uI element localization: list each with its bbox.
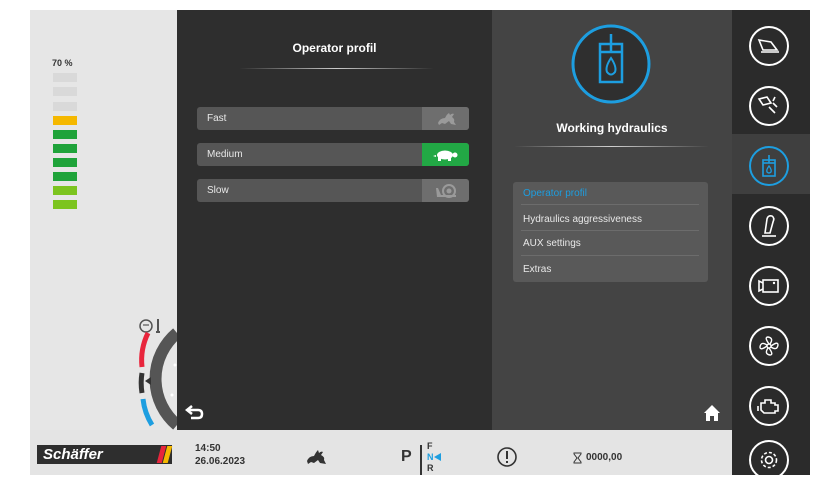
- speed-option-medium[interactable]: Medium: [197, 143, 469, 166]
- hourglass-icon: [573, 452, 582, 464]
- warning-icon[interactable]: [496, 446, 518, 468]
- bucket-tilt-button[interactable]: [749, 86, 789, 126]
- menu-divider: [521, 230, 699, 231]
- hydraulics-button[interactable]: [749, 146, 789, 186]
- snail-icon: [422, 179, 469, 202]
- brand-logo: Schäffer: [37, 445, 173, 464]
- camera-button[interactable]: [749, 266, 789, 306]
- bucket-button[interactable]: [749, 26, 789, 66]
- clock-time: 14:50: [195, 443, 221, 454]
- speed-option-label: Medium: [207, 149, 243, 160]
- settings-icon: [760, 451, 778, 469]
- function-sidebar: [732, 10, 810, 475]
- gear-forward: F: [427, 441, 433, 451]
- title-divider: [514, 146, 709, 147]
- menu-item-hydraulics-aggressiveness[interactable]: Hydraulics aggressiveness: [523, 214, 642, 225]
- menu-divider: [521, 204, 699, 205]
- operator-profile-panel: Operator profil Fast Medium Slow: [177, 10, 492, 430]
- speed-option-label: Slow: [207, 185, 229, 196]
- engine-button[interactable]: [749, 386, 789, 426]
- menu-item-operator-profil[interactable]: Operator profil: [523, 188, 587, 199]
- bucket-tilt-icon: [757, 96, 778, 114]
- bucket-icon: [757, 38, 779, 53]
- gear-selected-arrow-icon: [434, 453, 441, 461]
- clock-date: 26.06.2023: [195, 456, 246, 467]
- gear-divider: [420, 445, 422, 475]
- gear-neutral: N: [427, 452, 434, 462]
- speed-option-fast[interactable]: Fast: [197, 107, 469, 130]
- brand-name: Schäffer: [43, 446, 103, 463]
- gear-reverse: R: [427, 463, 434, 473]
- working-hydraulics-panel: Working hydraulics Operator profil Hydra…: [492, 10, 732, 430]
- fan-button[interactable]: [749, 326, 789, 366]
- menu-divider: [521, 255, 699, 256]
- operating-hours: 0000,00: [586, 452, 623, 463]
- back-icon[interactable]: [185, 403, 205, 421]
- turtle-icon: [422, 143, 469, 166]
- status-bar: Schäffer 14:50 26.06.2023 P F N R 0000,0…: [30, 430, 732, 475]
- joystick-button[interactable]: [749, 206, 789, 246]
- joystick-icon: [762, 215, 776, 237]
- hydraulics-menu: Operator profil Hydraulics aggressivenes…: [513, 182, 708, 282]
- machine-display: 70 % Operator profil Fast Medium Slow Wo…: [30, 10, 810, 475]
- rabbit-icon: [422, 107, 469, 130]
- home-icon[interactable]: [703, 404, 721, 422]
- operator-profile-title: Operator profil: [292, 41, 377, 55]
- working-hydraulics-title: Working hydraulics: [556, 121, 668, 135]
- settings-button[interactable]: [749, 440, 789, 475]
- menu-item-aux-settings[interactable]: AUX settings: [523, 238, 581, 249]
- menu-item-extras[interactable]: Extras: [523, 264, 551, 275]
- hydraulic-cylinder-icon: [762, 155, 776, 177]
- rabbit-icon: [307, 450, 326, 464]
- hydraulic-cylinder-icon: [571, 24, 651, 104]
- title-divider: [239, 68, 434, 69]
- fuel-level-label: 70 %: [52, 58, 73, 68]
- parking-indicator: P: [401, 448, 412, 465]
- speed-option-label: Fast: [207, 113, 227, 124]
- speed-option-slow[interactable]: Slow: [197, 179, 469, 202]
- fan-icon: [759, 336, 779, 356]
- camera-icon: [758, 279, 779, 293]
- engine-icon: [757, 399, 779, 414]
